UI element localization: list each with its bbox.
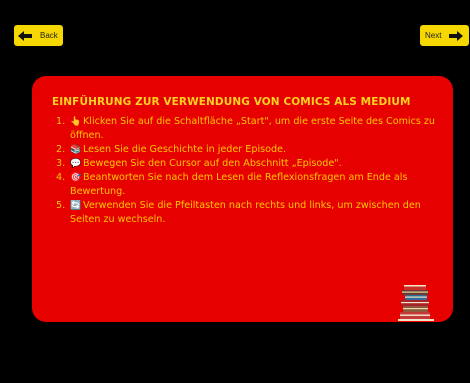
instruction-item: 1. 👆 Klicken Sie auf die Schaltfläche „Sta…: [56, 115, 436, 143]
refresh-icon: 🔄: [70, 200, 82, 211]
instruction-item: 2. 📚 Lesen Sie die Geschichte in jeder Epi…: [56, 143, 436, 157]
next-button[interactable]: Next: [420, 25, 469, 46]
instructions-panel: EINFÜHRUNG ZUR VERWENDUNG VON COMICS ALS…: [32, 76, 453, 322]
instruction-text: Beantworten Sie nach dem Lesen die Refle…: [70, 172, 408, 198]
back-button[interactable]: Back: [14, 25, 63, 46]
instruction-item: 5. 🔄 Verwenden Sie die Pfeiltasten nach re…: [56, 199, 436, 227]
stack-of-books-icon: [398, 285, 434, 321]
pointing-hand-icon: 👆: [70, 117, 82, 127]
instructions-list: 1. 👆 Klicken Sie auf die Schaltfläche „Sta…: [56, 115, 436, 226]
instruction-text: Verwenden Sie die Pfeiltasten nach recht…: [70, 199, 421, 226]
instruction-number: 4.: [56, 172, 66, 184]
target-icon: 🎯: [70, 173, 82, 184]
instruction-item: 4. 🎯 Beantworten Sie nach dem Lesen die Re…: [56, 171, 436, 199]
instruction-number: 1.: [56, 116, 66, 127]
instruction-text: Bewegen Sie den Cursor auf den Abschnitt…: [83, 157, 342, 169]
speech-bubble-icon: 💬: [70, 158, 82, 169]
instruction-number: 3.: [56, 157, 66, 169]
arrow-left-icon: [18, 30, 32, 41]
next-label: Next: [425, 31, 442, 40]
instruction-number: 5.: [56, 199, 66, 211]
instruction-text: Klicken Sie auf die Schaltfläche „Start"…: [70, 116, 436, 142]
arrow-right-icon: [449, 30, 464, 41]
book-stack-icon: 📚: [70, 144, 82, 155]
back-label: Back: [40, 31, 58, 40]
instruction-item: 3. 💬 Bewegen Sie den Cursor auf den Abschn…: [56, 157, 436, 171]
instruction-text: Lesen Sie die Geschichte in jeder Episod…: [83, 143, 287, 155]
panel-title: EINFÜHRUNG ZUR VERWENDUNG VON COMICS ALS…: [52, 96, 411, 108]
instruction-number: 2.: [56, 143, 66, 155]
